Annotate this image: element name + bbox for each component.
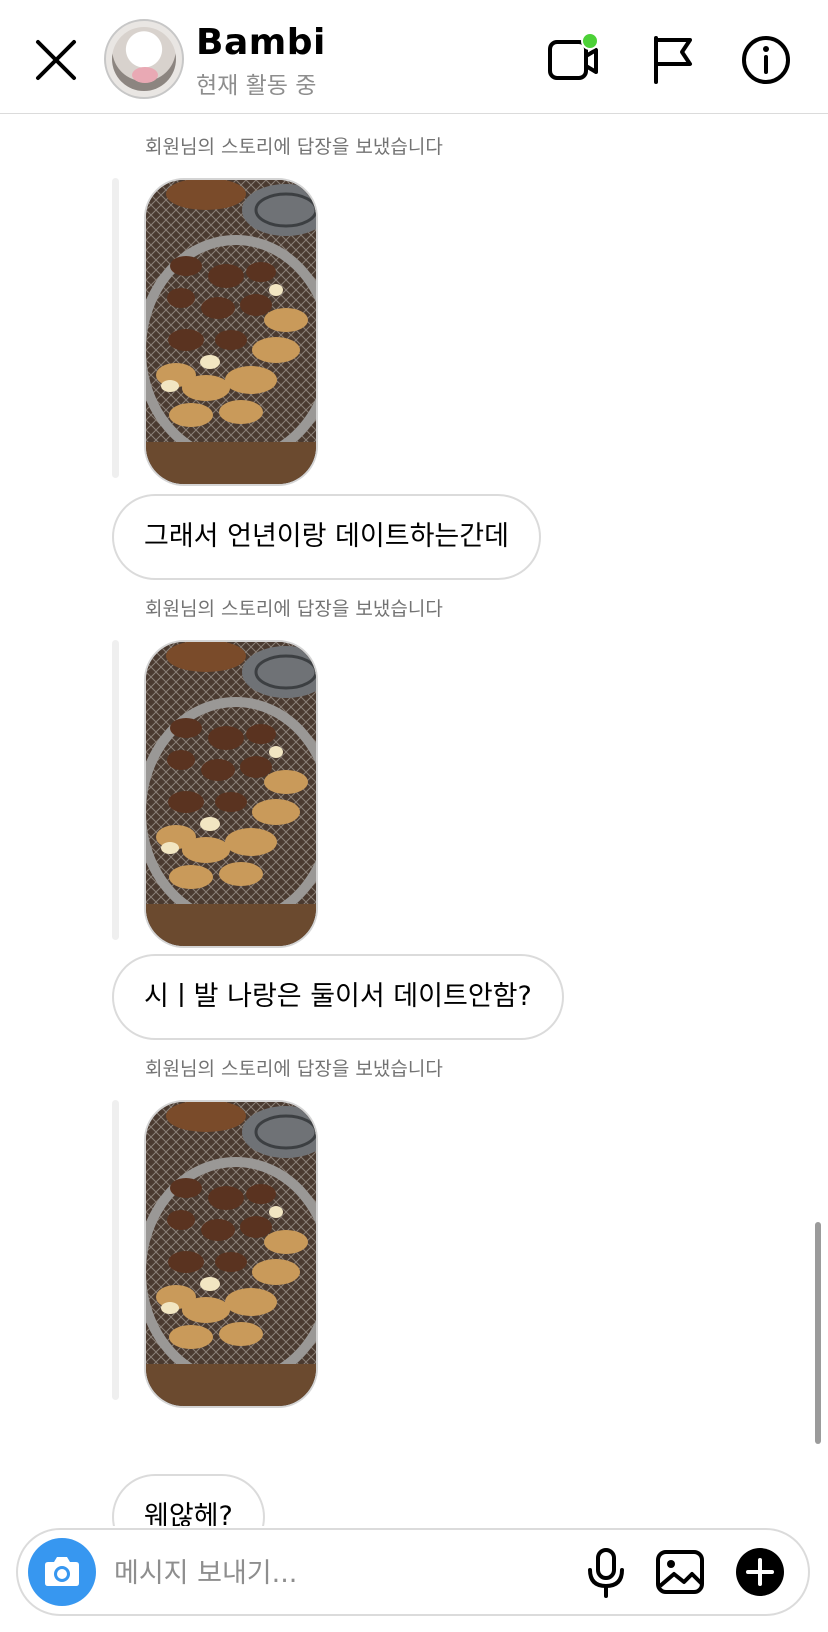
scrollbar[interactable]: [815, 1222, 821, 1444]
avatar-image: [112, 27, 176, 91]
quote-bar: [112, 178, 119, 478]
message-composer: [16, 1528, 810, 1616]
chat-header: Bambi 현재 활동 중: [0, 0, 828, 114]
story-thumbnail[interactable]: [144, 640, 318, 948]
close-icon[interactable]: [30, 34, 82, 86]
message-bubble[interactable]: 시ㅣ발 나랑은 둘이서 데이트안함?: [112, 954, 564, 1040]
story-reply-label: 회원님의 스토리에 답장을 보냈습니다: [145, 136, 443, 158]
avatar[interactable]: [104, 19, 184, 99]
flag-icon[interactable]: [646, 32, 702, 88]
video-call-icon[interactable]: [546, 32, 602, 88]
camera-button[interactable]: [28, 1538, 96, 1606]
gallery-icon[interactable]: [652, 1544, 708, 1600]
active-status: 현재 활동 중: [196, 73, 317, 99]
camera-icon: [45, 1557, 79, 1586]
contact-name[interactable]: Bambi: [196, 22, 326, 63]
message-bubble[interactable]: 그래서 언년이랑 데이트하는간데: [112, 494, 541, 580]
story-reply-label: 회원님의 스토리에 답장을 보냈습니다: [145, 598, 443, 620]
message-input[interactable]: [112, 1548, 556, 1598]
microphone-icon[interactable]: [578, 1544, 634, 1600]
story-reply-label: 회원님의 스토리에 답장을 보냈습니다: [145, 1058, 443, 1080]
info-icon[interactable]: [738, 32, 794, 88]
message-bubble[interactable]: 웨않헤?: [112, 1474, 265, 1526]
story-thumbnail[interactable]: [144, 1100, 318, 1408]
quote-bar: [112, 640, 119, 940]
plus-icon[interactable]: [732, 1544, 788, 1600]
quote-bar: [112, 1100, 119, 1400]
story-thumbnail[interactable]: [144, 178, 318, 486]
message-list: 회원님의 스토리에 답장을 보냈습니다 그래서 언년이랑 데이트하는간데 회원님…: [0, 114, 828, 1526]
